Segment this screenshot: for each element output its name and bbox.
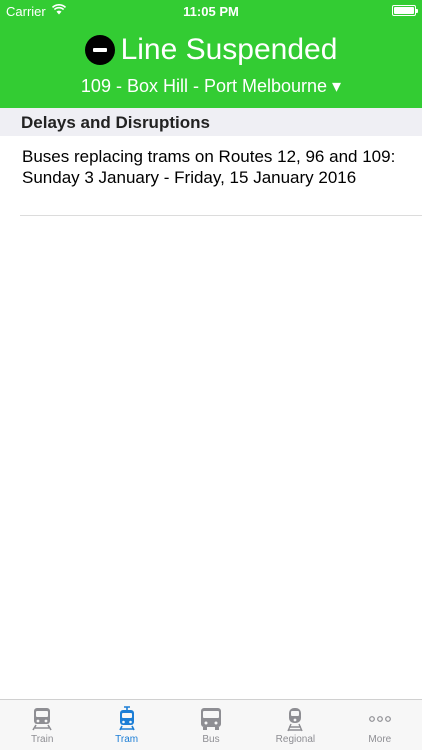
tab-label: More [368,734,392,745]
train-icon [32,708,52,731]
tab-label: Train [30,734,54,745]
route-selector[interactable]: 109 - Box Hill - Port Melbourne ▾ [0,76,422,97]
header: Carrier 11:05 PM Line Suspended 109 - Bo… [0,0,422,108]
tab-tram[interactable]: Tram [84,700,168,750]
line-status: Line Suspended [0,30,422,70]
tab-label: Regional [275,734,316,745]
divider [20,215,422,216]
clock: 11:05 PM [183,4,239,19]
tab-more[interactable]: More [338,700,422,750]
regional-train-icon [287,708,304,732]
section-title: Delays and Disruptions [21,113,210,132]
tab-regional[interactable]: Regional [253,700,337,750]
tab-train[interactable]: Train [0,700,84,750]
bus-icon [201,708,222,730]
more-icon [368,716,391,722]
tab-label: Tram [115,734,139,745]
status-bar: Carrier 11:05 PM [0,0,422,22]
section-header: Delays and Disruptions [0,108,422,136]
tram-icon [118,706,135,731]
tab-label: Bus [202,734,220,745]
battery-icon [392,5,418,16]
suspended-icon [84,35,115,65]
disruption-item[interactable]: Buses replacing trams on Routes 12, 96 a… [22,146,402,188]
line-status-title: Line Suspended [120,33,338,66]
tab-bar: Train Tram Bus Regional More [0,699,422,750]
tab-bus[interactable]: Bus [169,700,253,750]
